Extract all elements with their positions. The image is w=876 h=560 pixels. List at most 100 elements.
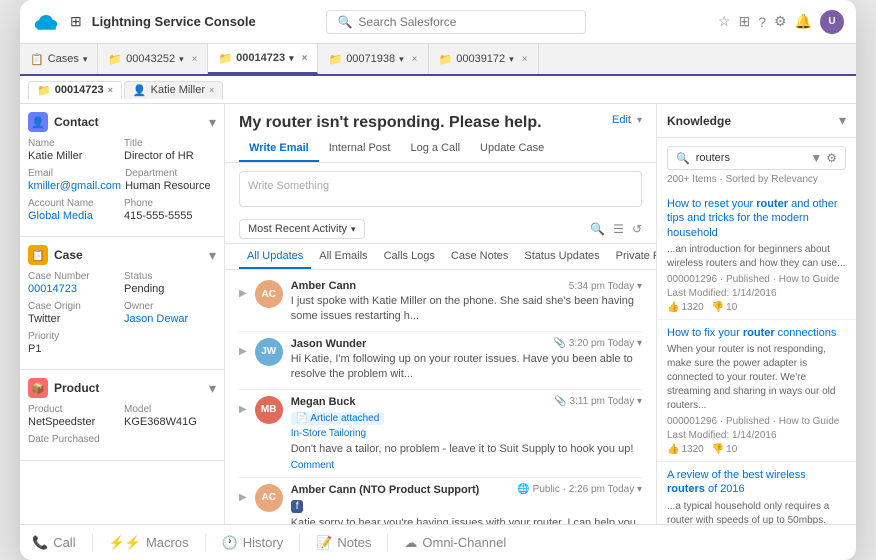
settings-icon[interactable]: ⚙	[826, 151, 837, 165]
case-number-label: Case Number	[28, 271, 120, 282]
contact-title: 👤 Contact	[28, 112, 99, 132]
bottom-bar: 📞 Call ⚡⚡ Macros 🕐 History 📝 Notes ☁ Omn…	[20, 524, 856, 560]
chevron-down-icon: ▾	[83, 54, 88, 65]
subtab-katie-miller[interactable]: 👤 Katie Miller ×	[124, 81, 223, 99]
thumbs-up-icon: 👍	[667, 444, 679, 455]
filter-icon[interactable]: ▼	[810, 151, 822, 165]
thumbs-down-icon: 👎	[712, 302, 724, 313]
tab-cases[interactable]: 📋 Cases ▾	[20, 44, 98, 74]
tab-00043252[interactable]: 📁 00043252 ▾ ×	[98, 44, 208, 74]
action-tab-log-call[interactable]: Log a Call	[400, 136, 470, 162]
tab-00071938[interactable]: 📁 00071938 ▾ ×	[318, 44, 428, 74]
subtab-label: Katie Miller	[151, 84, 205, 96]
omni-label: Omni-Channel	[422, 535, 506, 550]
edit-button[interactable]: Edit	[612, 114, 631, 126]
avatar[interactable]: U	[820, 10, 844, 34]
account-value[interactable]: Global Media	[28, 210, 120, 222]
feed-tab-all-updates[interactable]: All Updates	[239, 245, 311, 269]
contact-email-row: Email kmiller@gmail.com Department Human…	[28, 168, 216, 192]
expand-icon[interactable]: ▶	[239, 280, 247, 299]
omni-channel-action[interactable]: ☁ Omni-Channel	[404, 535, 506, 551]
case-owner-value[interactable]: Jason Dewar	[124, 313, 216, 325]
product-more-icon[interactable]: ▾	[209, 380, 216, 397]
thumbs-up-count: 1320	[681, 444, 703, 455]
app-switcher[interactable]: ⊞	[70, 13, 82, 30]
tab-00014723[interactable]: 📁 00014723 ▾ ×	[208, 44, 318, 74]
knowledge-more-icon[interactable]: ▾	[839, 112, 846, 129]
subtab-close-icon[interactable]: ×	[209, 85, 214, 95]
contact-more-icon[interactable]: ▾	[209, 114, 216, 131]
dept-label: Department	[125, 168, 216, 179]
star-icon[interactable]: ☆	[718, 13, 731, 30]
thumbs-down-icon: 👎	[712, 444, 724, 455]
thumbs-up-stat: 👍 1320	[667, 302, 704, 313]
subtab-00014723[interactable]: 📁 00014723 ×	[28, 81, 122, 99]
case-status-col: Status Pending	[124, 271, 216, 295]
feed-tab-status-updates[interactable]: Status Updates	[516, 245, 607, 269]
help-icon[interactable]: ?	[758, 14, 766, 30]
case-number-value[interactable]: 00014723	[28, 283, 120, 295]
expand-icon[interactable]: ▶	[239, 484, 247, 503]
notes-icon: 📝	[316, 535, 332, 551]
article-title[interactable]: A review of the best wireless routers of…	[667, 468, 846, 497]
compose-area[interactable]: Write Something	[239, 171, 642, 207]
case-origin-value: Twitter	[28, 313, 120, 325]
subtab-label: 00014723	[55, 84, 104, 96]
activity-filter[interactable]: Most Recent Activity ▾	[239, 219, 365, 239]
feed-time: 📎 3:20 pm Today ▾	[554, 338, 642, 349]
case-priority-value: P1	[28, 343, 216, 355]
tab-close-icon[interactable]: ×	[412, 54, 418, 65]
knowledge-panel: Knowledge ▾ 🔍 ▼ ⚙ 200+ Items · Sorted by…	[656, 104, 856, 524]
email-value[interactable]: kmiller@gmail.com	[28, 180, 121, 192]
article-last-modified: Last Modified: 1/14/2016	[667, 430, 846, 441]
expand-icon[interactable]: ▶	[239, 338, 247, 357]
cases-icon: 📋	[30, 53, 44, 66]
setup-icon[interactable]: ⚙	[774, 13, 787, 30]
tab-00039172[interactable]: 📁 00039172 ▾ ×	[429, 44, 539, 74]
notification-icon[interactable]: 🔔	[795, 13, 812, 30]
notes-action[interactable]: 📝 Notes	[316, 535, 371, 551]
search-input[interactable]	[358, 15, 575, 29]
feed-tab-calls-logs[interactable]: Calls Logs	[376, 245, 443, 269]
columns-icon[interactable]: ☰	[613, 222, 624, 236]
feed-tab-all-emails[interactable]: All Emails	[311, 245, 375, 269]
case-priority-label: Priority	[28, 331, 216, 342]
search-icon: 🔍	[676, 152, 690, 165]
article-last-modified: Last Modified: 1/14/2016	[667, 288, 846, 299]
knowledge-search[interactable]: 🔍 ▼ ⚙	[667, 146, 846, 170]
knowledge-search-input[interactable]	[696, 152, 805, 164]
case-more-icon[interactable]: ▾	[209, 247, 216, 264]
feed-tab-case-notes[interactable]: Case Notes	[443, 245, 516, 269]
separator	[92, 534, 93, 552]
tab-icon: 📁	[328, 53, 342, 66]
chevron-down-icon[interactable]: ▾	[637, 115, 642, 126]
history-action[interactable]: 🕐 History	[222, 535, 284, 551]
top-nav-icons: ☆ ⊞ ? ⚙ 🔔 U	[718, 10, 844, 34]
refresh-icon[interactable]: ↺	[632, 222, 642, 236]
search-bar[interactable]: 🔍	[326, 10, 586, 34]
article-title[interactable]: How to reset your router and other tips …	[667, 197, 846, 240]
call-action[interactable]: 📞 Call	[32, 535, 76, 551]
feed-tab-private-posts[interactable]: Private Posts	[608, 245, 656, 269]
contact-account-col: Account Name Global Media	[28, 198, 120, 222]
date-label: Date Purchased	[28, 434, 216, 445]
action-tab-update-case[interactable]: Update Case	[470, 136, 554, 162]
model-value: KGE368W41G	[124, 416, 216, 428]
case-origin-row: Case Origin Twitter Owner Jason Dewar	[28, 301, 216, 325]
feed-item: ▶ JW Jason Wunder 📎 3:20 pm Today ▾ Hi K…	[239, 332, 642, 390]
tab-close-icon[interactable]: ×	[302, 53, 308, 64]
article-title[interactable]: How to fix your router connections	[667, 326, 846, 340]
article-link[interactable]: In-Store Tailoring	[291, 428, 642, 439]
macros-action[interactable]: ⚡⚡ Macros	[109, 535, 189, 551]
action-tab-internal-post[interactable]: Internal Post	[319, 136, 401, 162]
action-tab-write-email[interactable]: Write Email	[239, 136, 319, 162]
tab-close-icon[interactable]: ×	[522, 54, 528, 65]
search-icon[interactable]: 🔍	[590, 222, 605, 236]
expand-icon[interactable]: ▶	[239, 396, 247, 415]
tab-close-icon[interactable]: ×	[192, 54, 198, 65]
comment-button[interactable]: Comment	[291, 460, 642, 471]
separator	[205, 534, 206, 552]
grid-icon-nav[interactable]: ⊞	[738, 13, 750, 30]
subtab-close-icon[interactable]: ×	[108, 85, 113, 95]
top-nav: ⊞ Lightning Service Console 🔍 ☆ ⊞ ? ⚙ 🔔 …	[20, 0, 856, 44]
